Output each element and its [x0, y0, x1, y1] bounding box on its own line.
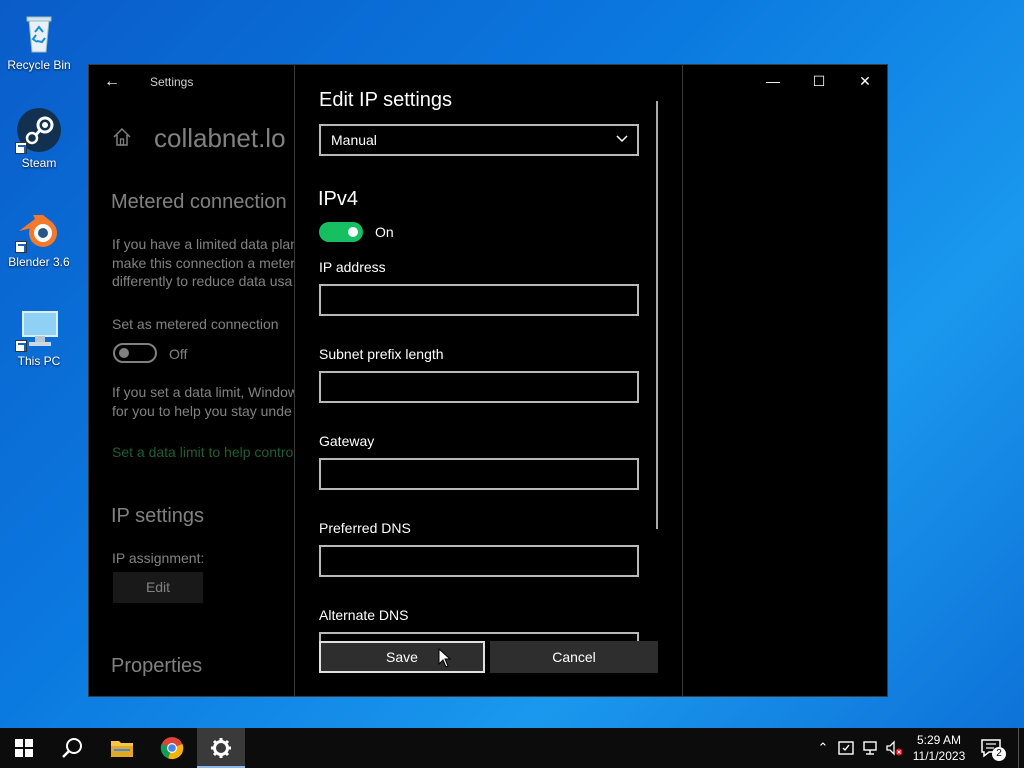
show-desktop-button[interactable]	[1018, 728, 1019, 768]
save-button[interactable]: Save	[319, 641, 485, 673]
edit-ip-settings-dialog: Edit IP settings Manual IPv4 On IP addre…	[294, 65, 683, 696]
desktop-icon-label: Steam	[21, 156, 57, 170]
set-metered-label: Set as metered connection	[112, 316, 279, 332]
file-explorer-icon	[111, 741, 133, 757]
back-arrow-icon[interactable]: ←	[101, 71, 123, 93]
steam-icon	[15, 106, 63, 154]
preferred-dns-label: Preferred DNS	[319, 520, 411, 536]
metered-desc-line-2: make this connection a metere	[112, 255, 303, 271]
desktop-icon-label: This PC	[17, 354, 61, 368]
shortcut-arrow-icon	[15, 340, 27, 352]
edit-ip-button[interactable]: Edit	[113, 572, 203, 603]
settings-window: ← Settings — ☐ ✕ collabnet.lo Metered co…	[88, 64, 888, 697]
taskbar-chrome[interactable]	[148, 728, 196, 768]
gateway-label: Gateway	[319, 433, 375, 449]
desktop-icon-this-pc[interactable]: This PC	[0, 304, 78, 368]
close-button[interactable]: ✕	[842, 65, 887, 98]
ipv4-heading: IPv4	[318, 188, 359, 210]
preferred-dns-input[interactable]	[319, 545, 639, 577]
taskbar-settings[interactable]	[197, 728, 245, 768]
start-button[interactable]	[0, 728, 48, 768]
properties-heading: Properties	[111, 655, 203, 677]
data-limit-desc-line-2: for you to help you stay unde	[112, 403, 292, 419]
desktop-icon-label: Recycle Bin	[7, 58, 71, 72]
ipv4-toggle[interactable]	[319, 222, 363, 242]
cancel-button[interactable]: Cancel	[490, 641, 658, 673]
clock-date: 11/1/2023	[912, 749, 966, 763]
ip-mode-dropdown[interactable]: Manual	[319, 124, 639, 156]
ip-address-input[interactable]	[319, 284, 639, 316]
chevron-down-icon	[616, 135, 628, 143]
data-limit-desc-line-1: If you set a data limit, Window	[112, 384, 298, 400]
gateway-input[interactable]	[319, 458, 639, 490]
ip-address-label: IP address	[319, 259, 386, 275]
chrome-icon	[160, 737, 184, 760]
network-icon[interactable]	[861, 739, 879, 757]
minimize-button[interactable]: —	[750, 65, 796, 98]
taskbar: ⌃ 5:29 AM 11/1/2023 2	[0, 728, 1024, 768]
settings-icon	[211, 738, 231, 758]
ip-assignment-label: IP assignment:	[112, 550, 205, 566]
search-icon	[62, 738, 82, 758]
subnet-prefix-label: Subnet prefix length	[319, 346, 444, 362]
windows-start-icon	[15, 739, 33, 757]
dialog-title: Edit IP settings	[319, 89, 453, 111]
computer-icon	[15, 304, 63, 352]
notification-center-button[interactable]: 2	[980, 738, 1006, 761]
network-properties-page: collabnet.lo Metered connection If you h…	[89, 98, 303, 696]
network-name-heading: collabnet.lo	[154, 123, 286, 153]
metered-connection-heading: Metered connection	[111, 191, 287, 213]
metered-desc-line-3: differently to reduce data usa	[112, 273, 293, 289]
desktop-icon-steam[interactable]: Steam	[0, 106, 78, 170]
data-limit-link[interactable]: Set a data limit to help contro	[112, 443, 293, 462]
maximize-button[interactable]: ☐	[796, 65, 842, 98]
clock-time: 5:29 AM	[916, 733, 962, 747]
tray-security-icon[interactable]	[837, 739, 855, 757]
ipv4-toggle-state: On	[375, 224, 394, 240]
taskbar-file-explorer[interactable]	[98, 728, 146, 768]
home-icon[interactable]	[112, 127, 132, 147]
subnet-prefix-input[interactable]	[319, 371, 639, 403]
metered-toggle-state: Off	[169, 346, 188, 362]
blender-icon	[15, 205, 63, 253]
shortcut-arrow-icon	[15, 241, 27, 253]
volume-muted-icon[interactable]	[885, 739, 903, 757]
ip-settings-heading: IP settings	[111, 505, 205, 527]
desktop-icon-recycle-bin[interactable]: Recycle Bin	[0, 8, 78, 72]
ip-mode-selected: Manual	[331, 132, 377, 148]
metered-desc-line-1: If you have a limited data plan	[112, 236, 299, 252]
metered-toggle[interactable]	[113, 343, 157, 363]
app-title: Settings	[150, 75, 194, 89]
search-button[interactable]	[48, 728, 96, 768]
desktop-icon-blender[interactable]: Blender 3.6	[0, 205, 78, 269]
desktop-icon-label: Blender 3.6	[8, 255, 70, 269]
dialog-scrollbar[interactable]	[656, 101, 658, 529]
notification-count-badge: 2	[992, 747, 1006, 761]
tray-chevron-up-icon[interactable]: ⌃	[814, 739, 832, 757]
shortcut-arrow-icon	[15, 142, 27, 154]
recycle-bin-icon	[15, 8, 63, 56]
mouse-cursor-icon	[438, 648, 452, 668]
taskbar-clock[interactable]: 5:29 AM 11/1/2023	[906, 732, 972, 764]
alternate-dns-label: Alternate DNS	[319, 607, 409, 623]
